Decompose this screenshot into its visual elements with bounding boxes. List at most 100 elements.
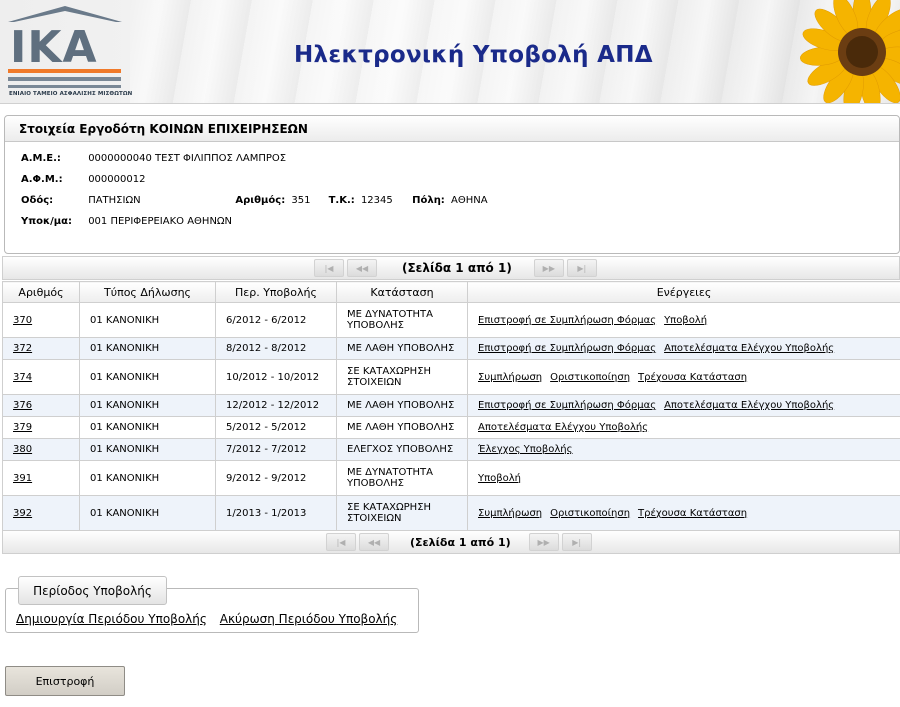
city-label: Πόλη: (412, 195, 445, 206)
action-link[interactable]: Επιστροφή σε Συμπλήρωση Φόρμας (478, 400, 656, 411)
column-header-number[interactable]: Αριθμός (2, 281, 80, 303)
last-page-icon[interactable]: ▶| (561, 533, 592, 551)
create-period-link[interactable]: Δημιουργία Περιόδου Υποβολής (16, 612, 207, 626)
prev-page-icon[interactable]: ◀◀ (359, 533, 389, 551)
street-label: Οδός: (21, 195, 54, 206)
ame-label: Α.Μ.Ε.: (21, 153, 61, 164)
cell-number: 374 (2, 359, 80, 395)
declaration-number-link[interactable]: 370 (13, 315, 32, 326)
cell-type: 01 ΚΑΝΟΝΙΚΗ (79, 302, 216, 338)
declaration-number-link[interactable]: 374 (13, 372, 32, 383)
cell-status: ΜΕ ΔΥΝΑΤΟΤΗΤΑ ΥΠΟΒΟΛΗΣ (336, 302, 468, 338)
ame-value: 0000000040 ΤΕΣΤ ΦΙΛΙΠΠΟΣ ΛΑΜΠΡΟΣ (88, 153, 287, 164)
cell-status: ΜΕ ΛΑΘΗ ΥΠΟΒΟΛΗΣ (336, 416, 468, 439)
declaration-number-link[interactable]: 391 (13, 473, 32, 484)
action-link[interactable]: Οριστικοποίηση (550, 508, 630, 519)
logo-orange-bar (8, 69, 121, 73)
address-row: Οδός: ΠΑΤΗΣΙΩΝ Αριθμός: 351 Τ.Κ.: 12345 … (21, 195, 488, 206)
employer-section: Στοιχεία Εργοδότη ΚΟΙΝΩΝ ΕΠΙΧΕΙΡΗΣΕΩΝ Α.… (4, 115, 900, 254)
cell-status: ΣΕ ΚΑΤΑΧΩΡΗΣΗ ΣΤΟΙΧΕΙΩΝ (336, 495, 468, 531)
action-link[interactable]: Αποτελέσματα Ελέγχου Υποβολής (664, 343, 834, 354)
declaration-number-link[interactable]: 376 (13, 400, 32, 411)
declaration-number-link[interactable]: 379 (13, 422, 32, 433)
action-link[interactable]: Αποτελέσματα Ελέγχου Υποβολής (478, 422, 648, 433)
table-row: 379 01 ΚΑΝΟΝΙΚΗ 5/2012 - 5/2012 ΜΕ ΛΑΘΗ ΥΠΟ… (2, 416, 900, 439)
cancel-period-link[interactable]: Ακύρωση Περιόδου Υποβολής (220, 612, 398, 626)
action-link[interactable]: Συμπλήρωση (478, 372, 542, 383)
cell-actions: Αποτελέσματα Ελέγχου Υποβολής (467, 416, 900, 439)
page-indicator: (Σελίδα 1 από 1) (410, 535, 511, 549)
declaration-number-link[interactable]: 392 (13, 508, 32, 519)
last-page-icon[interactable]: ▶| (566, 259, 597, 277)
branch-row: Υποκ/μα: 001 ΠΕΡΙΦΕΡΕΙΑΚΟ ΑΘΗΝΩΝ (21, 216, 232, 227)
cell-period: 8/2012 - 8/2012 (215, 337, 337, 360)
top-pager: |◀ ◀◀ (Σελίδα 1 από 1) ▶▶ ▶| (314, 257, 600, 279)
first-page-icon[interactable]: |◀ (326, 533, 356, 551)
prev-page-icon[interactable]: ◀◀ (347, 259, 377, 277)
table-row: 372 01 ΚΑΝΟΝΙΚΗ 8/2012 - 8/2012 ΜΕ ΛΑΘΗ ΥΠΟ… (2, 337, 900, 360)
cell-number: 372 (2, 337, 80, 360)
action-link[interactable]: Επιστροφή σε Συμπλήρωση Φόρμας (478, 343, 656, 354)
action-link[interactable]: Οριστικοποίηση (550, 372, 630, 383)
table-row: 370 01 ΚΑΝΟΝΙΚΗ 6/2012 - 6/2012 ΜΕ ΔΥΝΑΤΟΤΗ… (2, 302, 900, 338)
logo-grey-bar (8, 77, 121, 81)
first-page-icon[interactable]: |◀ (314, 259, 344, 277)
afm-label: Α.Φ.Μ.: (21, 174, 63, 185)
action-link[interactable]: Υποβολή (478, 473, 521, 484)
cell-actions: Επιστροφή σε Συμπλήρωση Φόρμας Αποτελέσμα… (467, 337, 900, 360)
logo-subtitle: ΕΝΙΑΙΟ ΤΑΜΕΙΟ ΑΣΦΑΛΙΣΗΣ ΜΙΣΘΩΤΩΝ (9, 91, 133, 97)
table-row: 391 01 ΚΑΝΟΝΙΚΗ 9/2012 - 9/2012 ΜΕ ΔΥΝΑΤΟΤΗ… (2, 460, 900, 496)
logo-text: IKA (10, 22, 98, 73)
cell-status: ΣΕ ΚΑΤΑΧΩΡΗΣΗ ΣΤΟΙΧΕΙΩΝ (336, 359, 468, 395)
cell-number: 376 (2, 394, 80, 417)
cell-period: 1/2013 - 1/2013 (215, 495, 337, 531)
page-indicator: (Σελίδα 1 από 1) (402, 261, 512, 275)
cell-number: 380 (2, 438, 80, 461)
submission-period-group: Περίοδος Υποβολής Δημιουργία Περιόδου Υπ… (5, 576, 419, 633)
action-link[interactable]: Τρέχουσα Κατάσταση (638, 508, 747, 519)
column-header-type[interactable]: Τύπος Δήλωσης (79, 281, 216, 303)
cell-status: ΕΛΕΓΧΟΣ ΥΠΟΒΟΛΗΣ (336, 438, 468, 461)
cell-type: 01 ΚΑΝΟΝΙΚΗ (79, 337, 216, 360)
table-row: 376 01 ΚΑΝΟΝΙΚΗ 12/2012 - 12/2012 ΜΕ ΛΑΘΗ Υ… (2, 394, 900, 417)
tk-label: Τ.Κ.: (328, 195, 355, 206)
city-value: ΑΘΗΝΑ (451, 195, 488, 206)
action-link[interactable]: Έλεγχος Υποβολής (478, 444, 573, 455)
table-row: 392 01 ΚΑΝΟΝΙΚΗ 1/2013 - 1/2013 ΣΕ ΚΑΤΑΧΩΡΗ… (2, 495, 900, 531)
sunflower-icon (800, 0, 900, 103)
branch-label: Υποκ/μα: (21, 216, 73, 227)
cell-period: 5/2012 - 5/2012 (215, 416, 337, 439)
page-header: IKA ΕΝΙΑΙΟ ΤΑΜΕΙΟ ΑΣΦΑΛΙΣΗΣ ΜΙΣΘΩΤΩΝ Ηλε… (0, 0, 900, 104)
cell-actions: Έλεγχος Υποβολής (467, 438, 900, 461)
declaration-number-link[interactable]: 372 (13, 343, 32, 354)
number-value: 351 (291, 195, 311, 206)
afm-value: 000000012 (88, 174, 146, 185)
column-header-period[interactable]: Περ. Υποβολής (215, 281, 337, 303)
tk-value: 12345 (360, 195, 393, 206)
cell-number: 379 (2, 416, 80, 439)
cell-actions: Συμπλήρωση Οριστικοποίηση Τρέχουσα Κατάστα… (467, 495, 900, 531)
next-page-icon[interactable]: ▶▶ (528, 533, 559, 551)
period-links: Δημιουργία Περιόδου Υποβολής Ακύρωση Περ… (16, 612, 406, 626)
employer-section-title: Στοιχεία Εργοδότη ΚΟΙΝΩΝ ΕΠΙΧΕΙΡΗΣΕΩΝ (5, 116, 899, 142)
bottom-pager: |◀ ◀◀ (Σελίδα 1 από 1) ▶▶ ▶| (326, 531, 595, 553)
table-row: 374 01 ΚΑΝΟΝΙΚΗ 10/2012 - 10/2012 ΣΕ ΚΑΤΑΧΩ… (2, 359, 900, 395)
cell-type: 01 ΚΑΝΟΝΙΚΗ (79, 495, 216, 531)
action-link[interactable]: Συμπλήρωση (478, 508, 542, 519)
page-title: Ηλεκτρονική Υποβολή ΑΠΔ (294, 42, 653, 68)
table-body: 370 01 ΚΑΝΟΝΙΚΗ 6/2012 - 6/2012 ΜΕ ΔΥΝΑΤΟΤΗ… (2, 302, 900, 531)
back-button[interactable]: Επιστροφή (5, 666, 125, 696)
cell-period: 10/2012 - 10/2012 (215, 359, 337, 395)
declaration-number-link[interactable]: 380 (13, 444, 32, 455)
cell-period: 12/2012 - 12/2012 (215, 394, 337, 417)
next-page-icon[interactable]: ▶▶ (533, 259, 564, 277)
action-link[interactable]: Αποτελέσματα Ελέγχου Υποβολής (664, 400, 834, 411)
cell-actions: Υποβολή (467, 460, 900, 496)
cell-actions: Συμπλήρωση Οριστικοποίηση Τρέχουσα Κατάστα… (467, 359, 900, 395)
action-link[interactable]: Υποβολή (664, 315, 707, 326)
logo-roof-icon (8, 6, 122, 22)
column-header-status[interactable]: Κατάσταση (336, 281, 468, 303)
cell-number: 392 (2, 495, 80, 531)
action-link[interactable]: Επιστροφή σε Συμπλήρωση Φόρμας (478, 315, 656, 326)
action-link[interactable]: Τρέχουσα Κατάσταση (638, 372, 747, 383)
